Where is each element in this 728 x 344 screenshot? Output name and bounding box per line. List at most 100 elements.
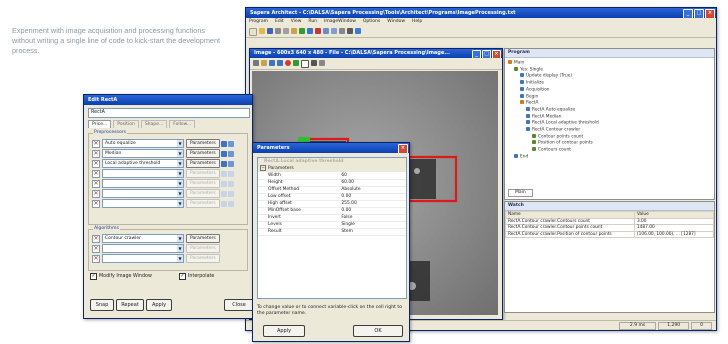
menu-help[interactable]: Help bbox=[412, 18, 422, 26]
parameters-button[interactable]: Parameters bbox=[186, 149, 220, 158]
remove-checkbox[interactable]: ✕ bbox=[92, 149, 100, 158]
tree-item[interactable]: Position of contour points bbox=[508, 140, 711, 147]
pointer-icon[interactable] bbox=[253, 60, 259, 66]
tab-price[interactable]: Price... bbox=[88, 120, 112, 128]
tree-item[interactable]: Begin bbox=[508, 93, 711, 101]
move-down-icon[interactable] bbox=[227, 150, 234, 157]
preprocessor-select[interactable]: Median ▼ bbox=[102, 149, 184, 158]
tree-item[interactable]: Initialize bbox=[508, 80, 711, 87]
preprocessor-select[interactable]: ▼ bbox=[102, 179, 184, 188]
preprocessor-select[interactable]: ▼ bbox=[102, 169, 184, 178]
stop-icon[interactable] bbox=[315, 28, 321, 34]
collapse-icon[interactable]: − bbox=[260, 165, 266, 171]
parameters-ok-button[interactable]: OK bbox=[353, 325, 403, 337]
table-row[interactable]: Levels Single bbox=[258, 221, 406, 229]
param-value[interactable]: 0.00 bbox=[339, 207, 406, 215]
table-row[interactable]: MinOffset base 0.00 bbox=[258, 207, 406, 215]
hand-icon[interactable] bbox=[261, 60, 267, 66]
param-value[interactable]: Single bbox=[339, 221, 406, 229]
move-down-icon[interactable] bbox=[227, 170, 234, 177]
tree-item[interactable]: End bbox=[508, 153, 711, 161]
param-value[interactable]: 60.00 bbox=[339, 179, 406, 187]
remove-checkbox[interactable]: ✕ bbox=[92, 199, 100, 208]
maximize-button[interactable]: □ bbox=[694, 9, 704, 18]
parameters-button[interactable]: Parameters bbox=[186, 159, 220, 168]
table-row[interactable]: Height 60.00 bbox=[258, 179, 406, 187]
tab-shape[interactable]: Shape... bbox=[140, 120, 168, 128]
table-row[interactable]: RectA.Contour crawler.Position of contou… bbox=[505, 230, 714, 238]
menu-imagewindow[interactable]: ImageWindow bbox=[324, 18, 356, 26]
param-value[interactable]: False bbox=[339, 214, 406, 222]
new-icon[interactable] bbox=[249, 28, 257, 36]
grid-icon[interactable] bbox=[323, 28, 329, 34]
parameters-group-row[interactable]: − Parameters bbox=[258, 165, 406, 172]
repeat-button[interactable]: Repeat bbox=[116, 299, 144, 311]
open-icon[interactable] bbox=[259, 28, 265, 34]
remove-checkbox[interactable]: ✕ bbox=[92, 234, 100, 243]
move-up-icon[interactable] bbox=[220, 140, 227, 147]
tree-item[interactable]: Acquisition bbox=[508, 86, 711, 94]
tab-main[interactable]: Main bbox=[508, 189, 533, 197]
table-row[interactable]: High offset 255.00 bbox=[258, 200, 406, 208]
settings-icon[interactable] bbox=[339, 28, 345, 34]
preprocessor-select[interactable]: ▼ bbox=[102, 199, 184, 208]
move-down-icon[interactable] bbox=[227, 140, 234, 147]
move-down-icon[interactable] bbox=[227, 160, 234, 167]
param-value[interactable]: 255.00 bbox=[339, 200, 406, 208]
help-icon[interactable] bbox=[355, 28, 361, 34]
table-row[interactable]: Result Stem bbox=[258, 228, 406, 236]
tree-item[interactable]: Main bbox=[508, 60, 711, 67]
tree-item[interactable]: RectA Auto equalize bbox=[508, 106, 711, 114]
algorithm-select[interactable]: Contour crawler ▼ bbox=[102, 234, 184, 243]
parameters-button[interactable]: Parameters bbox=[186, 139, 220, 148]
table-row[interactable]: Low offset 0.00 bbox=[258, 193, 406, 201]
main-window-titlebar[interactable]: Sapera Architect - C:\DALSA\Sapera Proce… bbox=[246, 8, 716, 18]
image-minimize-button[interactable]: _ bbox=[472, 50, 481, 58]
preprocessor-select[interactable]: Local adaptive threshold ▼ bbox=[102, 159, 184, 168]
tree-item[interactable]: RectA Median bbox=[508, 113, 711, 121]
move-up-icon[interactable] bbox=[220, 190, 227, 197]
step-icon[interactable] bbox=[307, 28, 313, 34]
menu-view[interactable]: View bbox=[291, 18, 302, 26]
zoom-icon[interactable] bbox=[331, 28, 337, 34]
param-value[interactable]: Absolute bbox=[339, 186, 406, 194]
image-window-titlebar[interactable]: Image - 600x3 640 x 480 - File - C:\DALS… bbox=[250, 49, 502, 58]
preprocessor-select[interactable]: Auto equalize ▼ bbox=[102, 139, 184, 148]
move-down-icon[interactable] bbox=[227, 180, 234, 187]
parameters-button[interactable]: Parameters bbox=[186, 189, 220, 198]
capture-icon[interactable] bbox=[293, 60, 299, 66]
minimize-button[interactable]: _ bbox=[683, 9, 693, 18]
parameters-button[interactable]: Parameters bbox=[186, 199, 220, 208]
parameters-apply-button[interactable]: Apply bbox=[263, 325, 305, 337]
table-row[interactable]: Offset Method Absolute bbox=[258, 186, 406, 194]
tree-item[interactable]: Contours count bbox=[508, 147, 711, 154]
image-maximize-button[interactable]: □ bbox=[482, 50, 491, 58]
parameters-button[interactable]: Parameters bbox=[186, 244, 220, 253]
param-value[interactable]: 0.00 bbox=[339, 193, 406, 201]
copy-icon[interactable] bbox=[283, 28, 289, 34]
move-up-icon[interactable] bbox=[220, 170, 227, 177]
remove-checkbox[interactable]: ✕ bbox=[92, 159, 100, 168]
menu-options[interactable]: Options bbox=[363, 18, 380, 26]
camera-icon[interactable] bbox=[347, 28, 353, 34]
move-up-icon[interactable] bbox=[220, 180, 227, 187]
table-row[interactable]: Invert False bbox=[258, 214, 406, 222]
tree-item[interactable]: RectA Contour crawler bbox=[508, 127, 711, 134]
image-close-button[interactable]: × bbox=[492, 50, 501, 58]
menu-edit[interactable]: Edit bbox=[275, 18, 284, 26]
tree-item[interactable]: Yes: Single bbox=[508, 66, 711, 74]
edit-dialog-titlebar[interactable]: Edit RectA bbox=[84, 95, 252, 105]
apply-button[interactable]: Apply bbox=[146, 299, 172, 311]
move-down-icon[interactable] bbox=[227, 200, 234, 207]
name-field[interactable]: RectA bbox=[88, 108, 250, 118]
parameters-button[interactable]: Parameters bbox=[186, 179, 220, 188]
remove-checkbox[interactable]: ✕ bbox=[92, 244, 100, 253]
record-icon[interactable] bbox=[285, 60, 291, 66]
modify-image-window-checkbox[interactable]: ✓ Modify Image Window bbox=[90, 273, 152, 280]
zoom-out-icon[interactable] bbox=[277, 60, 283, 66]
tab-follow[interactable]: Follow... bbox=[169, 120, 196, 128]
snap-button[interactable]: Snap bbox=[90, 299, 114, 311]
remove-checkbox[interactable]: ✕ bbox=[92, 254, 100, 263]
paste-icon[interactable] bbox=[291, 28, 297, 34]
close-dialog-button[interactable]: Close bbox=[224, 299, 252, 311]
